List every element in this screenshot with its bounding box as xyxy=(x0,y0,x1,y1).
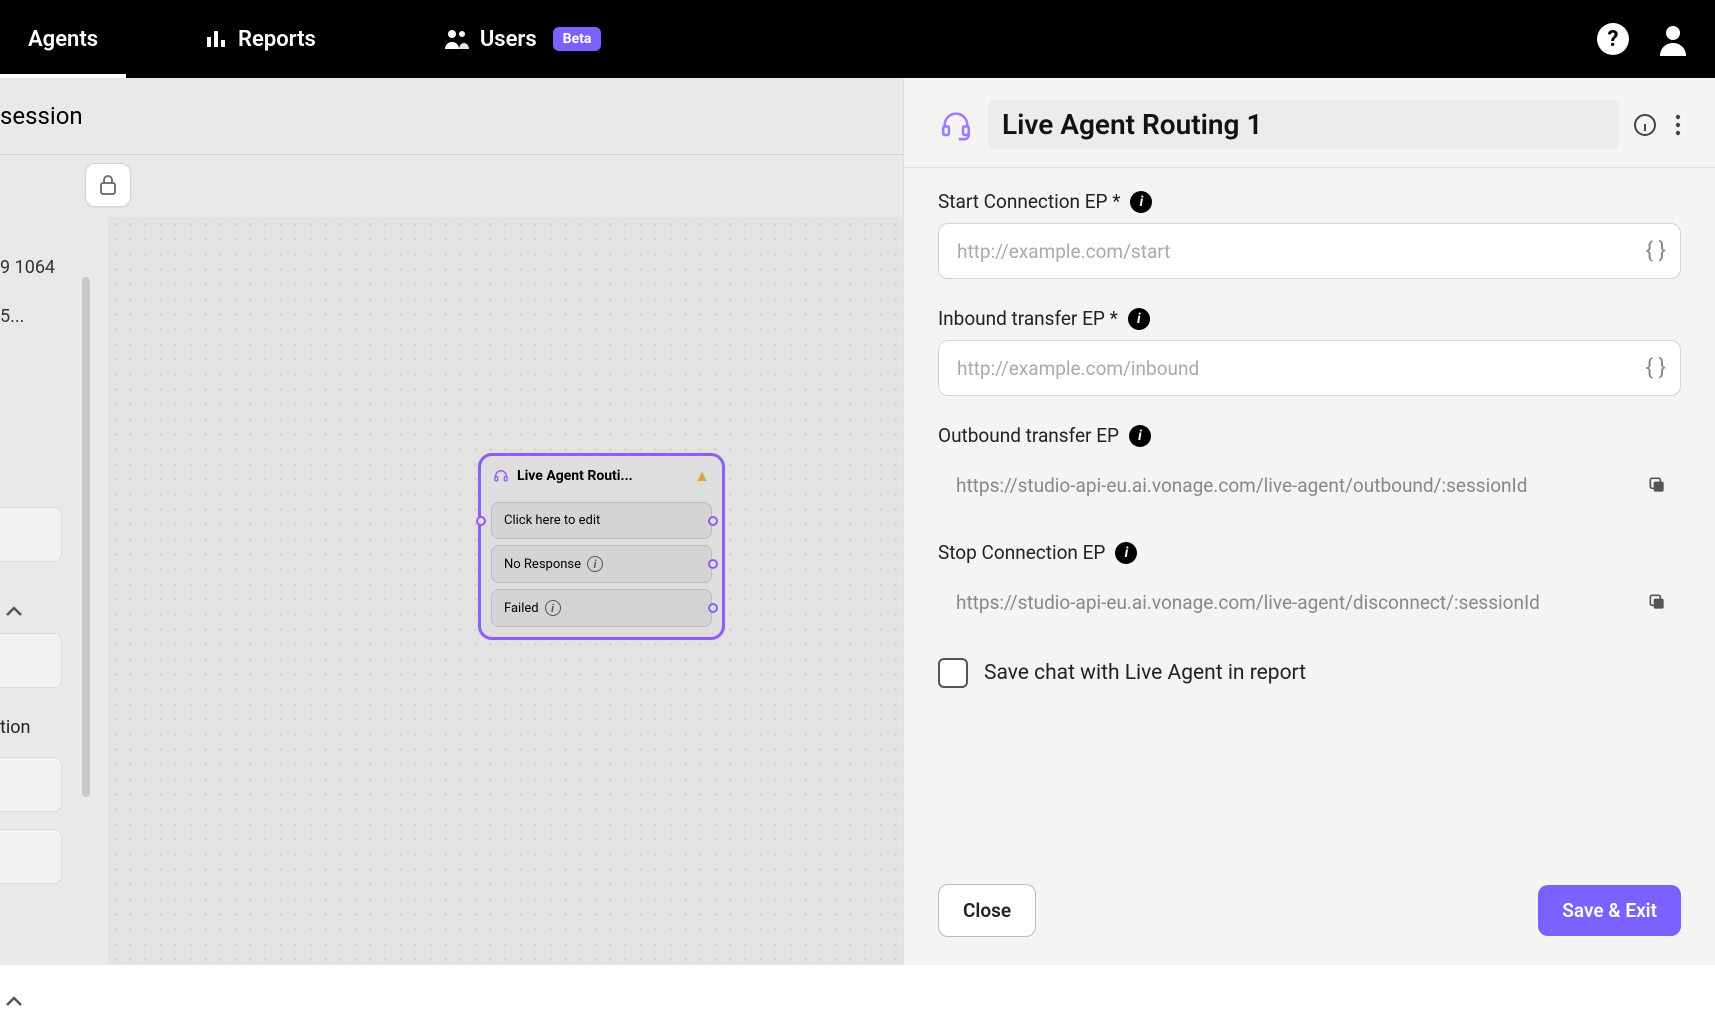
save-exit-button[interactable]: Save & Exit xyxy=(1538,885,1681,936)
field-readonly-wrap: https://studio-api-eu.ai.vonage.com/live… xyxy=(938,574,1681,630)
info-icon xyxy=(1633,113,1657,137)
headset-icon xyxy=(493,468,509,484)
field-input-wrap: { } xyxy=(938,340,1681,396)
sidebar-text-1: 9 1064 xyxy=(0,217,86,278)
chevron-up-icon xyxy=(0,987,28,1015)
sidebar-collapse-1[interactable] xyxy=(0,597,60,625)
nav-right: ? xyxy=(1593,19,1693,59)
save-chat-checkbox[interactable] xyxy=(938,658,968,688)
node-row-label: Click here to edit xyxy=(504,513,600,528)
info-icon[interactable]: i xyxy=(1130,191,1152,213)
sidebar-collapse-2[interactable] xyxy=(0,987,60,1015)
beta-badge: Beta xyxy=(553,27,602,51)
chevron-up-icon xyxy=(0,597,28,625)
panel-body: Start Connection EP * i { } Inbound tran… xyxy=(904,168,1715,866)
side-panel: Start Connection EP * i { } Inbound tran… xyxy=(903,78,1715,965)
user-icon xyxy=(1656,22,1690,56)
sidebar-card-3[interactable] xyxy=(0,757,62,812)
nav-item-reports[interactable]: Reports xyxy=(176,0,344,78)
left-sidebar: 9 1064 5... tion xyxy=(0,217,92,965)
info-icon: i xyxy=(545,600,561,616)
node-row-noresponse[interactable]: No Response i xyxy=(491,545,712,583)
headset-icon xyxy=(938,107,974,143)
nav-item-agents[interactable]: Agents xyxy=(0,0,126,78)
info-icon[interactable]: i xyxy=(1128,308,1150,330)
nav-item-users[interactable]: Users Beta xyxy=(416,0,630,78)
panel-footer: Close Save & Exit xyxy=(904,866,1715,965)
profile-button[interactable] xyxy=(1653,19,1693,59)
start-connection-input[interactable] xyxy=(957,240,1626,263)
sidebar-card-2[interactable] xyxy=(0,633,62,688)
field-stop-connection: Stop Connection EP i https://studio-api-… xyxy=(938,541,1681,630)
field-label-text: Inbound transfer EP * xyxy=(938,307,1118,330)
node-row-edit[interactable]: Click here to edit xyxy=(491,502,712,539)
copy-icon xyxy=(1647,592,1667,612)
top-nav: Agents Reports Users Beta ? xyxy=(0,0,1715,78)
port-in[interactable] xyxy=(476,516,486,526)
field-label-text: Stop Connection EP xyxy=(938,541,1105,564)
info-icon[interactable]: i xyxy=(1115,542,1137,564)
braces-icon: { } xyxy=(1646,356,1666,381)
inbound-transfer-input[interactable] xyxy=(957,357,1626,380)
lock-icon xyxy=(99,175,117,195)
info-icon[interactable]: i xyxy=(1129,425,1151,447)
node-live-agent-routing[interactable]: Live Agent Routi... ▲ Click here to edit… xyxy=(478,453,725,640)
field-start-connection: Start Connection EP * i { } xyxy=(938,190,1681,279)
workspace-title: session xyxy=(0,102,83,130)
panel-title-input[interactable] xyxy=(988,100,1619,149)
nav-label: Users xyxy=(480,27,537,52)
stop-connection-value: https://studio-api-eu.ai.vonage.com/live… xyxy=(956,591,1627,614)
panel-header xyxy=(904,78,1715,168)
node-header[interactable]: Live Agent Routi... ▲ xyxy=(481,456,722,496)
nav-label: Reports xyxy=(238,27,316,52)
sidebar-card-1[interactable] xyxy=(0,507,62,562)
copy-button[interactable] xyxy=(1647,475,1667,495)
close-button[interactable]: Close xyxy=(938,884,1036,937)
field-readonly-wrap: https://studio-api-eu.ai.vonage.com/live… xyxy=(938,457,1681,513)
info-icon: i xyxy=(587,556,603,572)
braces-icon: { } xyxy=(1646,239,1666,264)
outbound-transfer-value: https://studio-api-eu.ai.vonage.com/live… xyxy=(956,474,1627,497)
warning-icon: ▲ xyxy=(694,466,710,486)
node-row-failed[interactable]: Failed i xyxy=(491,589,712,627)
copy-icon xyxy=(1647,475,1667,495)
users-icon xyxy=(444,27,470,51)
field-label-text: Start Connection EP * xyxy=(938,190,1120,213)
help-button[interactable]: ? xyxy=(1593,19,1633,59)
port-out[interactable] xyxy=(708,603,718,613)
nav-label: Agents xyxy=(28,27,98,52)
sidebar-text-2: 5... xyxy=(0,278,86,327)
sidebar-row-label[interactable]: tion xyxy=(0,717,60,738)
field-outbound-transfer: Outbound transfer EP i https://studio-ap… xyxy=(938,424,1681,513)
lock-button[interactable] xyxy=(85,163,131,207)
checkbox-label: Save chat with Live Agent in report xyxy=(984,661,1306,685)
more-vertical-icon xyxy=(1675,113,1681,137)
nav-left: Agents Reports Users Beta xyxy=(0,0,629,78)
params-button[interactable]: { } xyxy=(1646,239,1666,264)
params-button[interactable]: { } xyxy=(1646,356,1666,381)
bar-chart-icon xyxy=(204,27,228,51)
help-icon: ? xyxy=(1596,22,1630,56)
svg-text:?: ? xyxy=(1608,27,1619,52)
field-input-wrap: { } xyxy=(938,223,1681,279)
node-title: Live Agent Routi... xyxy=(517,468,686,484)
port-out[interactable] xyxy=(708,559,718,569)
copy-button[interactable] xyxy=(1647,592,1667,612)
checkbox-row: Save chat with Live Agent in report xyxy=(938,658,1681,688)
node-row-label: No Response xyxy=(504,557,581,572)
port-out[interactable] xyxy=(708,516,718,526)
more-button[interactable] xyxy=(1675,113,1681,137)
field-label-text: Outbound transfer EP xyxy=(938,424,1119,447)
scrollbar[interactable] xyxy=(82,277,90,797)
field-inbound-transfer: Inbound transfer EP * i { } xyxy=(938,307,1681,396)
info-button[interactable] xyxy=(1633,113,1657,137)
sidebar-card-4[interactable] xyxy=(0,829,62,884)
node-row-label: Failed xyxy=(504,601,539,616)
